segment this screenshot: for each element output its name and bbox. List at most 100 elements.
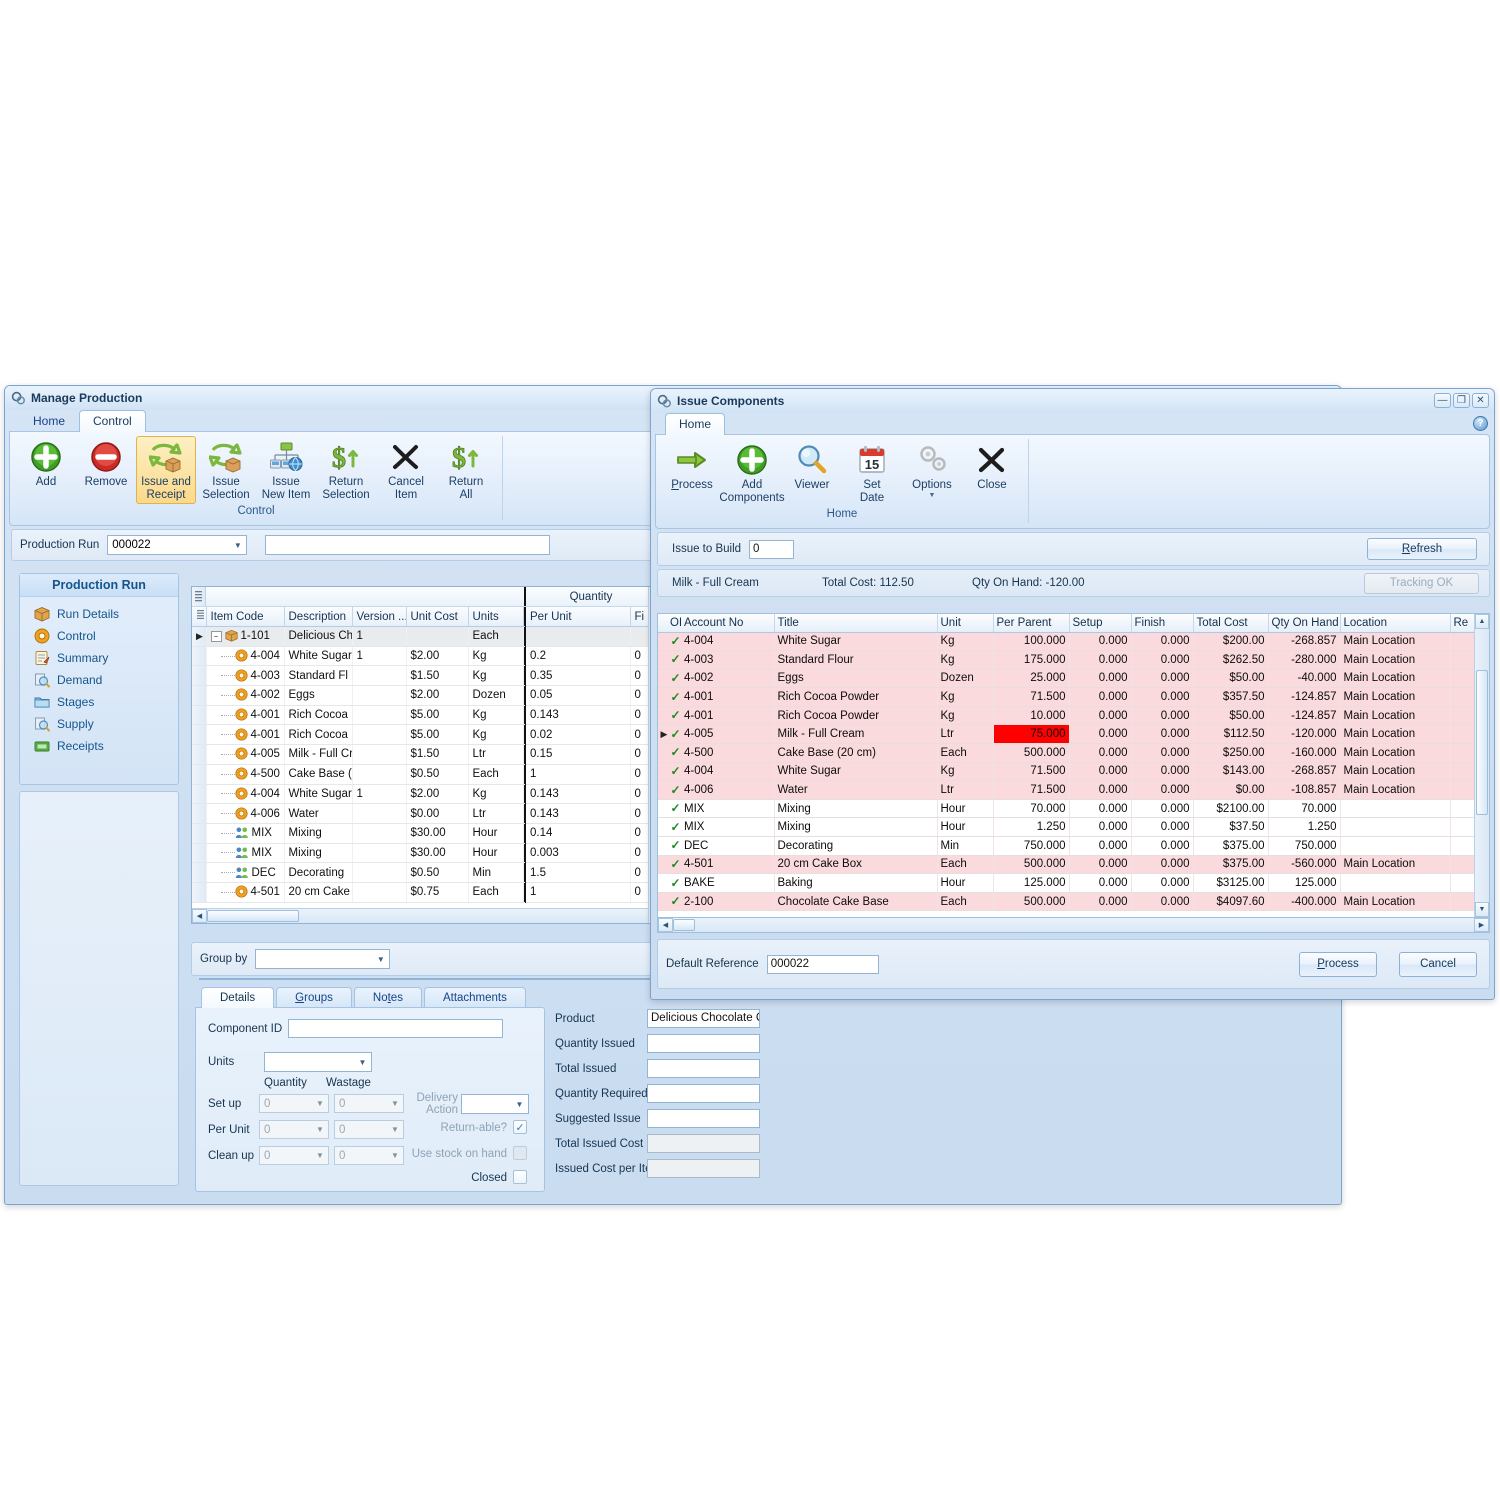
group-by-combo[interactable]: ▼ (255, 949, 391, 969)
ribbon-button-process[interactable]: Process (662, 439, 722, 495)
ic-col-title[interactable]: Title (774, 614, 938, 633)
cell-per-parent[interactable]: 70.000 (993, 799, 1070, 819)
grid-col-item-code[interactable]: Item Code (206, 607, 285, 627)
cell-ok[interactable]: ✓ (670, 762, 681, 782)
sidebar-item-receipts[interactable]: Receipts (20, 735, 178, 757)
cell-per-parent[interactable]: 10.000 (993, 706, 1070, 726)
table-row[interactable]: 4-500 Cake Base ($0.50 Each 1 0 (192, 764, 658, 785)
returnable-checkbox[interactable]: ✓ (513, 1120, 527, 1134)
table-row[interactable]: ✓ 4-002 Eggs Dozen 25.000 0.000 0.000 $50.00 -40… (658, 669, 1474, 689)
table-row[interactable]: 4-003 Standard Fl $1.50 Kg 0.35 0 (192, 665, 658, 687)
setup-quantity-stepper[interactable]: 0 ▼ (259, 1094, 329, 1113)
scroll-up-arrow-icon[interactable]: ▲ (1475, 614, 1489, 629)
row-handle[interactable] (192, 665, 207, 687)
ribbon-button-add-components[interactable]: Add Components (719, 439, 785, 507)
ic-col-total-cost[interactable]: Total Cost (1193, 614, 1269, 633)
row-handle[interactable] (192, 724, 207, 746)
sidebar-item-demand[interactable]: Demand (20, 669, 178, 691)
table-row[interactable]: ✓ 4-006 Water Ltr 71.500 0.000 0.000 $0.00 -108.… (658, 780, 1474, 800)
scroll-down-arrow-icon[interactable]: ▼ (1475, 902, 1489, 917)
sidebar-item-summary[interactable]: Summary (20, 647, 178, 669)
ribbon-button-add[interactable]: Add (16, 436, 76, 492)
cell-per-parent[interactable]: 100.000 (993, 632, 1070, 652)
grid-hscroll-thumb[interactable] (207, 910, 299, 922)
cell-ok[interactable]: ✓ (670, 873, 681, 893)
ic-col-account-no[interactable]: Account No (681, 614, 775, 633)
ic-vscroll-thumb[interactable] (1476, 670, 1488, 815)
sidebar-item-run-details[interactable]: Run Details (20, 603, 178, 625)
table-row[interactable]: 4-001 Rich Cocoa $5.00 Kg 0.143 0 (192, 705, 658, 726)
product-field-value[interactable] (647, 1059, 760, 1078)
ic-grid-vscrollbar[interactable]: ▲ ▼ (1474, 614, 1489, 917)
ic-col-setup[interactable]: Setup (1069, 614, 1132, 633)
row-handle[interactable] (192, 744, 207, 765)
ribbon-button-remove[interactable]: Remove (76, 436, 136, 492)
setup-wastage-stepper[interactable]: 0 ▼ (334, 1094, 404, 1113)
tab-home[interactable]: Home (19, 410, 79, 432)
cell-ok[interactable]: ✓ (670, 743, 681, 763)
ribbon-button-cancel-item[interactable]: Cancel Item (376, 436, 436, 504)
sidebar-item-supply[interactable]: Supply (20, 713, 178, 735)
grid-col-description[interactable]: Description (284, 607, 353, 627)
search-input[interactable] (265, 535, 551, 555)
table-row[interactable]: 4-005 Milk - Full Cr $1.50 Ltr 0.15 0 (192, 744, 658, 765)
cell-per-parent[interactable]: 500.000 (993, 743, 1070, 763)
table-row[interactable]: 4-006 Water $0.00 Ltr 0.143 0 (192, 803, 658, 824)
tab-home[interactable]: Home (665, 413, 726, 435)
chevron-down-icon[interactable]: ▼ (387, 1095, 403, 1112)
tab-groups[interactable]: Groups (276, 987, 352, 1008)
table-row[interactable]: ✓ MIX Mixing Hour 70.000 0.000 0.000 $2100.00 70… (658, 799, 1474, 819)
product-field-value[interactable] (647, 1109, 760, 1128)
tab-control[interactable]: Control (79, 410, 146, 432)
table-row[interactable]: 4-501 20 cm Cake $0.75 Each 1 0 (192, 882, 658, 903)
table-row[interactable]: ✓ 4-004 White Sugar Kg 100.000 0.000 0.000 $200… (658, 632, 1474, 652)
cell-ok[interactable]: ✓ (670, 817, 681, 838)
grid-col-version[interactable]: Version ... (352, 607, 407, 627)
table-row[interactable]: ✓ MIX Mixing Hour 1.250 0.000 0.000 $37.50 1.250 (658, 817, 1474, 838)
table-row[interactable]: MIX Mixing $30.00 Hour 0.003 0 (192, 843, 658, 864)
row-handle[interactable] (192, 823, 207, 844)
ic-col-re[interactable]: Re (1450, 614, 1474, 633)
minimize-button[interactable]: — (1434, 393, 1451, 408)
sidebar-item-stages[interactable]: Stages (20, 691, 178, 713)
cell-ok[interactable]: ✓ (670, 706, 681, 726)
cell-per-parent[interactable]: 71.500 (993, 687, 1070, 707)
table-row[interactable]: ✓ 4-004 White Sugar Kg 71.500 0.000 0.000 $143.… (658, 762, 1474, 782)
table-row[interactable]: ✓ BAKE Baking Hour 125.000 0.000 0.000 $3125.00… (658, 873, 1474, 893)
per-unit-quantity-stepper[interactable]: 0 ▼ (259, 1120, 329, 1139)
ic-col-unit[interactable]: Unit (937, 614, 994, 633)
ic-col-location[interactable]: Location (1340, 614, 1451, 633)
table-row[interactable]: ✓ 4-003 Standard Flour Kg 175.000 0.000 0.000 $… (658, 650, 1474, 670)
cell-ok[interactable]: ✓ (670, 836, 681, 856)
cell-per-parent[interactable]: 25.000 (993, 669, 1070, 689)
ribbon-button-set-date[interactable]: 15 Set Date (842, 439, 902, 507)
row-handle[interactable] (192, 784, 207, 805)
table-row[interactable]: 4-004 White Sugar 1 $2.00 Kg 0.2 0 (192, 646, 658, 667)
cell-ok[interactable]: ✓ (670, 855, 681, 875)
ribbon-button-return-all[interactable]: $ Return All (436, 436, 496, 504)
units-combo[interactable]: ▼ (264, 1052, 372, 1072)
row-handle[interactable] (192, 646, 207, 667)
ribbon-button-issue-selection[interactable]: Issue Selection (196, 436, 256, 504)
process-button[interactable]: Process (1299, 951, 1377, 977)
row-handle[interactable] (192, 685, 207, 706)
product-field-value[interactable] (647, 1084, 760, 1103)
table-row[interactable]: 4-002 Eggs $2.00 Dozen 0.05 0 (192, 685, 658, 706)
table-row[interactable]: ▶ ✓ 4-005 Milk - Full Cream Ltr 75.000 0.000 0.… (658, 724, 1474, 745)
table-row[interactable]: 4-004 White Sugar 1 $2.00 Kg 0.143 0 (192, 784, 658, 805)
table-row[interactable]: DEC Decorating $0.50 Min 1.5 0 (192, 862, 658, 883)
row-handle[interactable]: ▶ (192, 626, 207, 647)
row-handle[interactable] (192, 843, 207, 864)
grid-col-units[interactable]: Units (468, 607, 524, 627)
cell-per-parent[interactable]: 71.500 (993, 762, 1070, 782)
help-icon[interactable]: ? (1473, 416, 1488, 431)
table-row[interactable]: ✓ DEC Decorating Min 750.000 0.000 0.000 $375.0… (658, 836, 1474, 856)
cancel-button[interactable]: Cancel (1399, 951, 1477, 977)
component-id-field[interactable] (288, 1019, 503, 1038)
row-handle[interactable] (192, 764, 207, 785)
ribbon-button-issue-new-item[interactable]: Issue New Item (256, 436, 316, 504)
row-handle[interactable] (192, 803, 207, 824)
table-row[interactable]: MIX Mixing $30.00 Hour 0.14 0 (192, 823, 658, 844)
cell-ok[interactable]: ✓ (670, 799, 681, 819)
ic-col-qty-on-hand[interactable]: Qty On Hand (1268, 614, 1341, 633)
